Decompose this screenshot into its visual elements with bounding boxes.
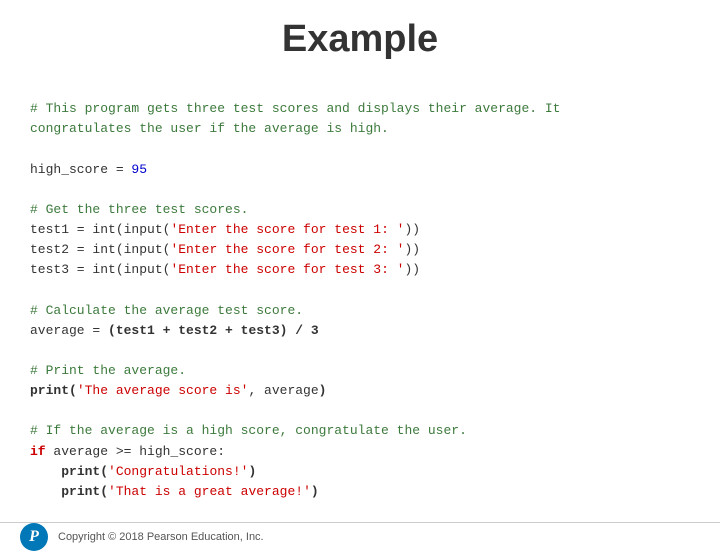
test1-string: 'Enter the score for test 1: ' (170, 222, 404, 237)
great-string: 'That is a great average!' (108, 484, 311, 499)
print-line: print('The average score is', average) (30, 383, 326, 398)
print2-line: print('Congratulations!') (30, 464, 256, 479)
footer: P Copyright © 2018 Pearson Education, In… (0, 522, 720, 551)
comment-line3: # Calculate the average test score. (30, 303, 303, 318)
if-line: if average >= high_score: (30, 444, 225, 459)
comment-line4: # Print the average. (30, 363, 186, 378)
page: Example # This program gets three test s… (0, 0, 720, 540)
test3-line: test3 = int(input('Enter the score for t… (30, 262, 420, 277)
test3-string: 'Enter the score for test 3: ' (170, 262, 404, 277)
test2-string: 'Enter the score for test 2: ' (170, 242, 404, 257)
congrats-string: 'Congratulations!' (108, 464, 248, 479)
copyright-text: Copyright © 2018 Pearson Education, Inc. (58, 531, 264, 543)
code-block: # This program gets three test scores an… (30, 79, 690, 522)
comment-line5: # If the average is a high score, congra… (30, 423, 467, 438)
test1-line: test1 = int(input('Enter the score for t… (30, 222, 420, 237)
logo-letter: P (29, 528, 39, 546)
print-string: 'The average score is' (77, 383, 249, 398)
code-area: # This program gets three test scores an… (20, 79, 700, 522)
page-title: Example (282, 18, 438, 61)
high-score-value: 95 (131, 162, 147, 177)
high-score-line: high_score = 95 (30, 162, 147, 177)
comment-line2: # Get the three test scores. (30, 202, 248, 217)
test2-line: test2 = int(input('Enter the score for t… (30, 242, 420, 257)
comment-line1: # This program gets three test scores an… (30, 101, 561, 136)
pearson-logo: P (20, 523, 48, 551)
print3-line: print('That is a great average!') (30, 484, 319, 499)
average-line: average = (test1 + test2 + test3) / 3 (30, 323, 319, 338)
